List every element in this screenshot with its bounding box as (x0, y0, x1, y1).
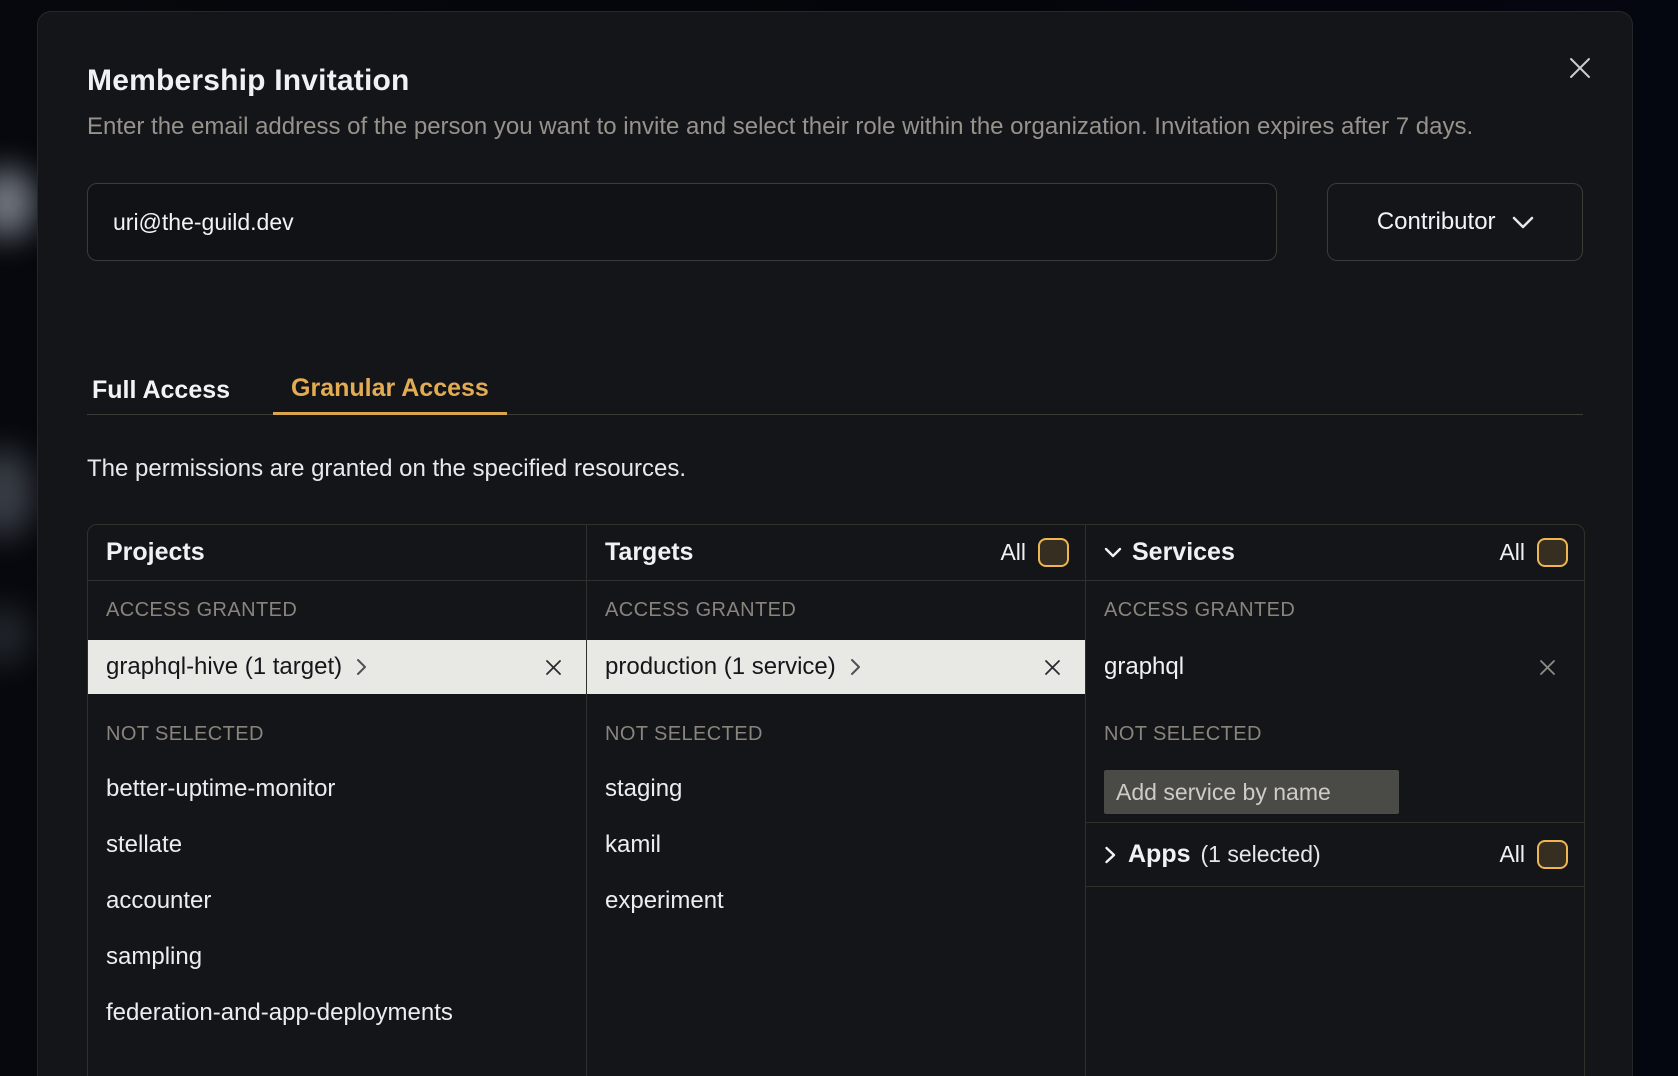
projects-header-label: Projects (106, 538, 205, 567)
service-row-label: graphql (1104, 653, 1184, 681)
dialog-description: Enter the email address of the person yo… (87, 109, 1583, 145)
target-row-label: production (1 service) (605, 653, 836, 681)
target-item[interactable]: staging (587, 761, 1085, 817)
remove-icon[interactable] (1044, 659, 1061, 676)
target-item[interactable]: experiment (587, 873, 1085, 929)
project-row-graphql-hive[interactable]: graphql-hive (1 target) (88, 640, 586, 694)
project-item[interactable]: better-uptime-monitor (88, 761, 586, 817)
background-blur-smudge (0, 168, 36, 238)
target-row-production[interactable]: production (1 service) (587, 640, 1085, 694)
access-granted-label: ACCESS GRANTED (106, 598, 586, 622)
not-selected-label: NOT SELECTED (106, 724, 586, 744)
apps-all-checkbox[interactable] (1537, 840, 1568, 869)
apps-row[interactable]: Apps (1 selected) All (1086, 823, 1584, 887)
projects-not-selected-list: better-uptime-monitor stellate accounter… (88, 761, 586, 1041)
email-input[interactable] (87, 183, 1277, 261)
project-item[interactable]: sampling (88, 929, 586, 985)
services-all-checkbox[interactable] (1537, 538, 1568, 567)
chevron-right-icon (850, 658, 861, 676)
membership-invitation-dialog: Membership Invitation Enter the email ad… (37, 11, 1633, 1076)
role-selected-value: Contributor (1377, 208, 1496, 236)
chevron-right-icon (356, 658, 367, 676)
close-icon[interactable] (1562, 50, 1598, 86)
targets-column-header: Targets All (587, 525, 1085, 581)
access-tabs: Full Access Granular Access (87, 365, 1583, 415)
access-granted-label: ACCESS GRANTED (605, 598, 1085, 622)
apps-all-group: All (1499, 840, 1568, 869)
targets-not-selected-list: staging kamil experiment (587, 761, 1085, 929)
project-item[interactable]: stellate (88, 817, 586, 873)
chevron-down-icon (1104, 547, 1122, 559)
remove-icon[interactable] (1539, 659, 1556, 676)
apps-selected-count: (1 selected) (1201, 841, 1321, 868)
projects-column: Projects ACCESS GRANTED graphql-hive (1 … (88, 525, 586, 1076)
project-item[interactable]: federation-and-app-deployments (88, 985, 586, 1041)
targets-column: Targets All ACCESS GRANTED production (1… (586, 525, 1085, 1076)
tab-full-access[interactable]: Full Access (87, 365, 235, 415)
chevron-down-icon (1512, 214, 1534, 230)
background-blur-smudge (0, 605, 31, 665)
services-all-group: All (1499, 538, 1568, 567)
all-label: All (1499, 539, 1525, 566)
access-granted-label: ACCESS GRANTED (1104, 598, 1584, 622)
targets-all-group: All (1000, 538, 1069, 567)
services-column-header[interactable]: Services All (1086, 525, 1584, 581)
not-selected-label: NOT SELECTED (605, 724, 1085, 744)
resources-table: Projects ACCESS GRANTED graphql-hive (1 … (87, 524, 1585, 1076)
services-header-label: Services (1132, 538, 1235, 567)
tab-granular-access[interactable]: Granular Access (273, 365, 507, 415)
permissions-note: The permissions are granted on the speci… (87, 455, 1583, 483)
targets-all-checkbox[interactable] (1038, 538, 1069, 567)
background-blur-smudge (0, 448, 34, 538)
invite-form-row: Contributor (87, 183, 1583, 261)
projects-column-header: Projects (88, 525, 586, 581)
dialog-title: Membership Invitation (87, 64, 1583, 98)
apps-header-label: Apps (1128, 840, 1191, 869)
project-row-label: graphql-hive (1 target) (106, 653, 342, 681)
targets-header-label: Targets (605, 538, 693, 567)
services-body: ACCESS GRANTED graphql NOT SELECTED (1086, 581, 1584, 823)
remove-icon[interactable] (545, 659, 562, 676)
service-row-graphql[interactable]: graphql (1086, 640, 1584, 694)
not-selected-label: NOT SELECTED (1104, 724, 1584, 744)
all-label: All (1000, 539, 1026, 566)
target-item[interactable]: kamil (587, 817, 1085, 873)
add-service-input[interactable] (1104, 770, 1399, 814)
services-column: Services All ACCESS GRANTED graphql NOT … (1085, 525, 1584, 1076)
all-label: All (1499, 841, 1525, 868)
chevron-right-icon (1104, 846, 1116, 864)
role-select[interactable]: Contributor (1327, 183, 1583, 261)
project-item[interactable]: accounter (88, 873, 586, 929)
